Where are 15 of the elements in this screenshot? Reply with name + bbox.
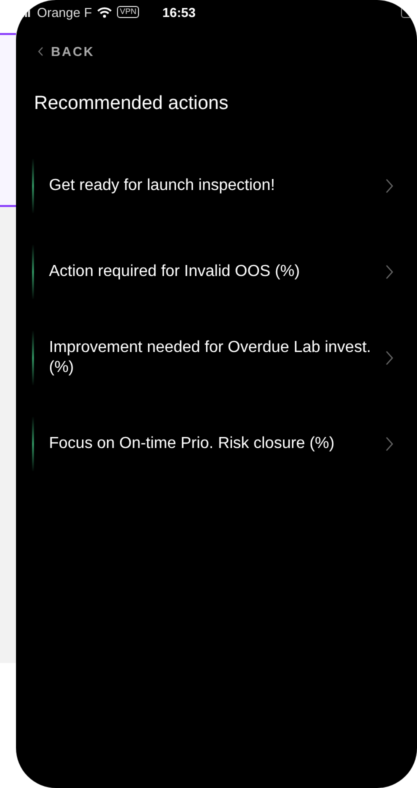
chevron-left-icon [38,47,43,56]
chevron-right-icon [386,265,393,279]
back-button[interactable]: BACK [38,44,95,59]
action-item[interactable]: Get ready for launch inspection! [32,159,417,213]
carrier-name: Orange F [37,4,92,20]
status-time: 16:53 [162,4,196,20]
action-item[interactable]: Focus on On-time Prio. Risk closure (%) [32,417,417,471]
action-item[interactable]: Improvement needed for Overdue Lab invest. (%) [32,331,417,385]
chevron-right-icon [386,179,393,193]
vpn-badge: VPN [116,6,140,18]
action-item[interactable]: Action required for Invalid OOS (%) [32,245,417,299]
chevron-right-icon [386,437,393,451]
page-title: Recommended actions [34,93,230,115]
wifi-icon [96,6,112,18]
chevron-right-icon [386,351,393,365]
